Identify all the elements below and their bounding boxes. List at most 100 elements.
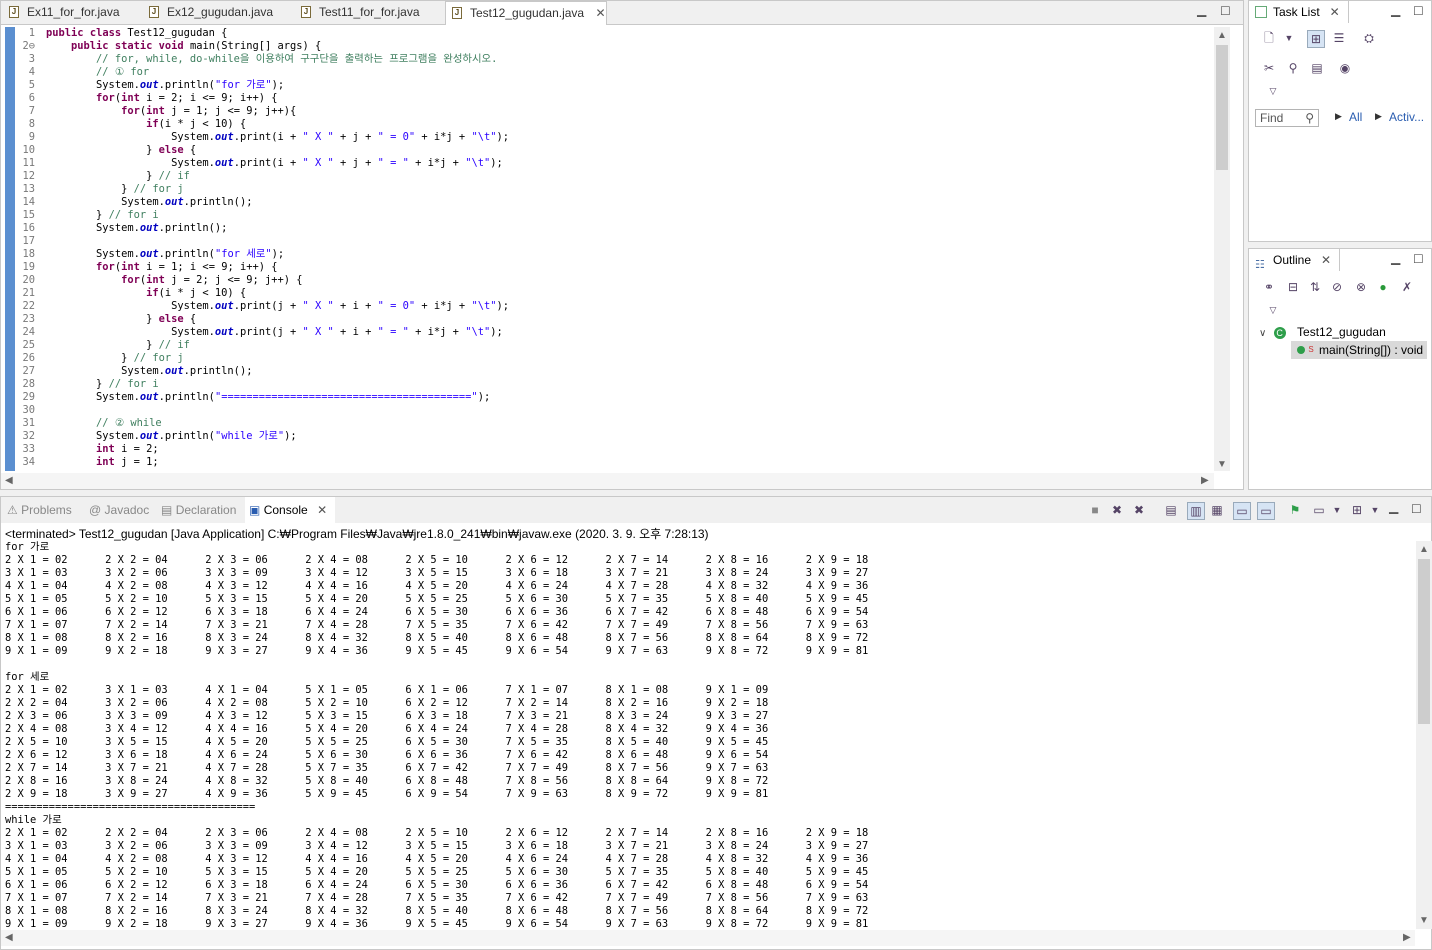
line-number: 19 [22, 261, 35, 273]
scroll-up-icon[interactable]: ▲ [1217, 30, 1227, 41]
scroll-down-icon[interactable]: ▼ [1419, 915, 1429, 926]
show-on-stderr-icon[interactable]: ▭ [1257, 502, 1275, 520]
clear-console-icon[interactable]: ▤ [1163, 502, 1179, 518]
categorized-icon[interactable]: ⊞ [1307, 30, 1325, 48]
minimize-icon[interactable]: ▁ [1391, 3, 1400, 17]
code-editor[interactable]: 1 public class Test12_gugudan {2⊖ public … [1, 27, 1214, 471]
console-line: 2 X 4 = 08 3 X 4 = 12 4 X 4 = 16 5 X 4 =… [5, 723, 769, 735]
console-output[interactable]: for 가로 2 X 1 = 02 2 X 2 = 04 2 X 3 = 06 2… [5, 541, 1415, 929]
view-menu-icon[interactable]: ▽ [1265, 83, 1281, 99]
tab-declaration[interactable]: ▤ Declaration [161, 497, 236, 523]
pin-console-icon[interactable]: ⚑ [1287, 502, 1303, 518]
minimize-icon[interactable]: ▁ [1389, 500, 1398, 514]
open-console-icon[interactable]: ⊞ [1349, 502, 1365, 518]
dropdown-icon[interactable]: ▼ [1281, 30, 1297, 46]
console-line: 9 X 1 = 09 9 X 2 = 18 9 X 3 = 27 9 X 4 =… [5, 918, 869, 929]
hierarchy-icon[interactable]: ⚭ [1261, 279, 1277, 295]
code-text: System.out.print(j + " X " + i + " = 0" … [46, 300, 509, 312]
focus-icon[interactable]: ◉ [1337, 60, 1353, 76]
outline-class-node[interactable]: ∨ C Test12_gugudan [1259, 323, 1386, 341]
tab-javadoc[interactable]: @ Javadoc [89, 497, 149, 523]
scheduled-icon[interactable]: ☰ [1331, 30, 1347, 46]
close-icon[interactable]: ✕ [317, 503, 327, 517]
word-wrap-icon[interactable]: ▦ [1209, 502, 1225, 518]
scroll-left-icon[interactable]: ◀ [5, 475, 13, 486]
code-text: if(i * j < 10) { [146, 118, 247, 130]
close-icon[interactable]: ✕ [595, 2, 605, 24]
dropdown-icon[interactable]: ▼ [1329, 502, 1345, 518]
scroll-lock-icon[interactable]: ▥ [1187, 502, 1205, 520]
line-number: 11 [22, 157, 35, 169]
line-number: 22 [22, 300, 35, 312]
tab-task-list[interactable]: Task List ✕ [1249, 1, 1349, 23]
terminate-icon[interactable]: ■ [1087, 502, 1103, 518]
outline-title: Outline [1273, 253, 1312, 267]
tab-ex11-for-for[interactable]: J Ex11_for_for.java [3, 1, 143, 23]
console-line: 7 X 1 = 07 7 X 2 = 14 7 X 3 = 21 7 X 4 =… [5, 619, 869, 631]
tab-outline[interactable]: ☷ Outline ✕ [1249, 249, 1341, 271]
sync-icon[interactable]: ⛭ [1361, 30, 1377, 46]
minimize-icon[interactable]: ▁ [1391, 251, 1400, 265]
hide-local-types-icon[interactable]: ✗ [1399, 279, 1415, 295]
show-on-stdout-icon[interactable]: ▭ [1233, 502, 1251, 520]
outline-icon: ☷ [1255, 259, 1265, 271]
show-only-icon[interactable]: ▤ [1309, 60, 1325, 76]
task-list-view: Task List ✕ ▁ ☐ 🗋 ▼ ⊞ ☰ ⛭ ✂ ⚲ ▤ ◉ ▽ Find… [1248, 0, 1432, 242]
console-line: 9 X 1 = 09 9 X 2 = 18 9 X 3 = 27 9 X 4 =… [5, 645, 869, 657]
view-menu-icon[interactable]: ▽ [1265, 302, 1281, 318]
close-icon[interactable]: ✕ [1330, 1, 1340, 23]
line-number: 32 [22, 430, 35, 442]
outline-method-node[interactable]: S main(String[]) : void [1291, 341, 1428, 359]
scroll-down-icon[interactable]: ▼ [1217, 459, 1227, 470]
line-number: 23 [22, 313, 35, 325]
collapse-all-icon[interactable]: ✂ [1261, 60, 1277, 76]
tab-ex12-gugudan[interactable]: J Ex12_gugudan.java [143, 1, 295, 23]
code-text: System.out.print(i + " X " + j + " = 0" … [46, 131, 509, 143]
find-input[interactable]: Find ⚲ [1255, 109, 1319, 127]
filter-all-link[interactable]: All [1349, 110, 1362, 124]
minimize-icon[interactable]: ▁ [1197, 3, 1206, 17]
maximize-icon[interactable]: ☐ [1413, 4, 1424, 18]
code-text: System.out.println(); [46, 222, 228, 234]
editor-scroll-thumb[interactable] [1216, 45, 1228, 170]
tab-test11-for-for[interactable]: J Test11_for_for.java [295, 1, 445, 23]
close-icon[interactable]: ✕ [1321, 249, 1331, 271]
scroll-left-icon[interactable]: ◀ [5, 932, 13, 943]
code-text: for(int j = 1; j <= 9; j++){ [121, 105, 297, 117]
hide-fields-icon[interactable]: ⊘ [1329, 279, 1345, 295]
scroll-right-icon[interactable]: ▶ [1403, 932, 1411, 943]
scroll-up-icon[interactable]: ▲ [1419, 544, 1429, 555]
console-tab-bar: ⚠ Problems @ Javadoc ▤ Declaration ▣ Con… [1, 497, 1431, 523]
code-line: 16 System.out.println(); [1, 222, 1201, 235]
chevron-down-icon[interactable]: ∨ [1259, 328, 1266, 339]
line-number: 15 [22, 209, 35, 221]
code-line: 12 } // if [1, 170, 1201, 183]
remove-all-icon[interactable]: ✖ [1131, 502, 1147, 518]
tab-label: Test12_gugudan.java [470, 6, 585, 20]
line-number: 21 [22, 287, 35, 299]
dropdown-icon[interactable]: ▼ [1367, 502, 1383, 518]
line-number: 16 [22, 222, 35, 234]
tab-test12-gugudan[interactable]: J Test12_gugudan.java ✕ [445, 1, 607, 25]
display-console-icon[interactable]: ▭ [1311, 502, 1327, 518]
new-task-icon[interactable]: 🗋 [1261, 30, 1277, 46]
hide-static-icon[interactable]: ⊗ [1353, 279, 1369, 295]
console-horizontal-scrollbar[interactable] [1, 930, 1415, 946]
tab-problems[interactable]: ⚠ Problems [7, 497, 72, 523]
maximize-icon[interactable]: ☐ [1413, 252, 1424, 266]
tab-console[interactable]: ▣ Console ✕ [245, 497, 336, 523]
console-scroll-thumb[interactable] [1418, 559, 1430, 724]
code-line: 22 System.out.print(j + " X " + i + " = … [1, 300, 1201, 313]
maximize-icon[interactable]: ☐ [1220, 4, 1231, 18]
collapse-icon[interactable]: ⊟ [1285, 279, 1301, 295]
editor-horizontal-scrollbar[interactable] [1, 473, 1214, 489]
filter-activate-link[interactable]: Activ... [1389, 110, 1424, 124]
filter-icon[interactable]: ⚲ [1285, 60, 1301, 76]
scroll-right-icon[interactable]: ▶ [1201, 475, 1209, 486]
remove-launch-icon[interactable]: ✖ [1109, 502, 1125, 518]
maximize-icon[interactable]: ☐ [1411, 502, 1422, 516]
sort-az-icon[interactable]: ⇅ [1307, 279, 1323, 295]
tab-label: Declaration [175, 503, 237, 517]
code-line: 32 System.out.println("while 가로"); [1, 430, 1201, 443]
hide-nonpublic-icon[interactable]: ● [1375, 279, 1391, 295]
